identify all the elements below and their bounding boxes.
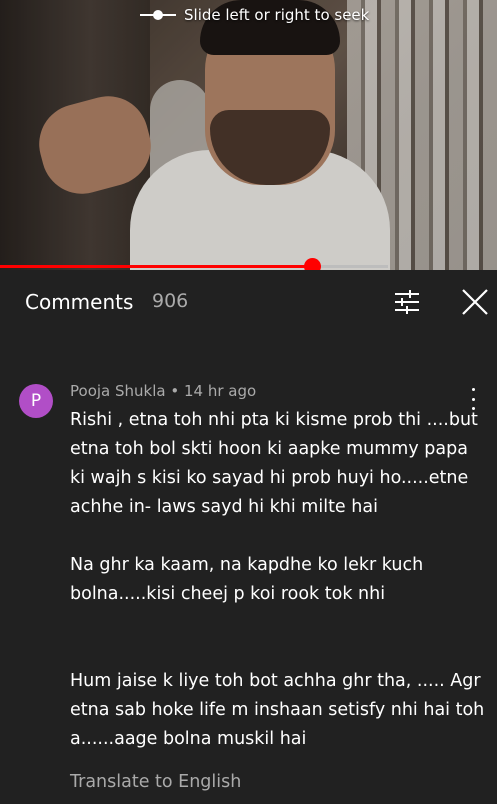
comment-paragraph-3: Hum jaise k liye toh bot achha ghr tha, …: [70, 671, 485, 749]
comments-title: Comments: [25, 290, 134, 314]
seek-hint-label: Slide left or right to seek: [184, 6, 370, 24]
comments-count: 906: [152, 290, 189, 312]
filter-sliders-icon: [395, 290, 419, 314]
seek-hint: Slide left or right to seek: [140, 5, 369, 25]
avatar-letter: P: [30, 391, 42, 411]
video-shade: [0, 0, 497, 282]
comment-meta: Pooja Shukla • 14 hr ago: [70, 382, 257, 400]
translate-button[interactable]: Translate to English: [70, 772, 241, 792]
comment-paragraph-1: Rishi , etna toh nhi pta ki kisme prob t…: [70, 410, 478, 517]
close-icon: [462, 289, 488, 315]
comment-paragraph-2: Na ghr ka kaam, na kapdhe ko lekr kuch b…: [70, 555, 424, 604]
video-player[interactable]: Slide left or right to seek: [0, 0, 497, 282]
video-progress-bar[interactable]: [0, 258, 497, 275]
comment-text: Rishi , etna toh nhi pta ki kisme prob t…: [70, 406, 485, 754]
previous-comment-actions-cutoff: [60, 330, 260, 342]
close-comments-button[interactable]: [459, 286, 491, 318]
filter-button[interactable]: [392, 287, 422, 317]
avatar[interactable]: P: [19, 384, 53, 418]
comments-header: Comments 906: [0, 270, 497, 332]
seek-slider-icon: [140, 9, 176, 21]
progress-played: [0, 265, 313, 268]
